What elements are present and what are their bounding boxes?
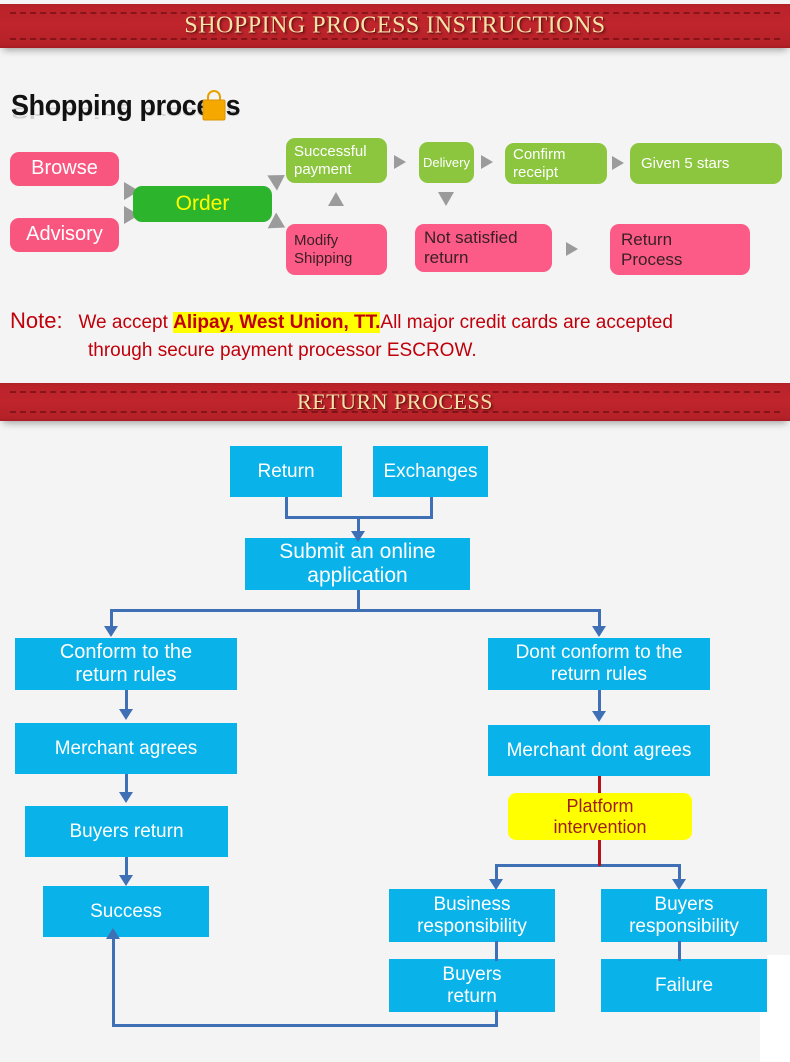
return-node-merchant-dont-agrees[interactable]: Merchant dont agrees xyxy=(488,725,710,776)
return-node-merchant-agrees[interactable]: Merchant agrees xyxy=(15,723,237,774)
flow-node-return-process[interactable]: Return Process xyxy=(610,224,750,275)
return-node-buyers-return-bottom[interactable]: Buyers return xyxy=(389,959,555,1012)
flow-node-browse-label: Browse xyxy=(31,157,98,180)
flow-node-return-process-label: Return Process xyxy=(621,229,683,269)
flow-node-not-satisfied-return-label: Not satisfied return xyxy=(424,228,518,267)
return-node-platform-intervention[interactable]: Platform intervention xyxy=(508,793,692,840)
arrow-split-right xyxy=(592,626,606,637)
return-node-dont-conform-label: Dont conform to the return rules xyxy=(515,642,683,685)
return-node-return-label: Return xyxy=(257,460,315,482)
arrow-not-satisfied-to-return-process xyxy=(566,242,578,256)
return-node-merchant-agrees-label: Merchant agrees xyxy=(54,737,198,759)
flow-node-delivery-label: Delivery xyxy=(423,154,470,170)
arrow-delivery-to-not-satisfied xyxy=(438,192,454,206)
arrow-dont-conform-to-merchant xyxy=(592,711,606,722)
shopping-bag-icon xyxy=(202,90,226,121)
page-root: SHOPPING PROCESS INSTRUCTIONS Shopping p… xyxy=(0,0,790,1062)
flow-node-successful-payment-label: Successful payment xyxy=(294,143,367,178)
flow-node-not-satisfied-return[interactable]: Not satisfied return xyxy=(415,224,552,272)
flow-node-order-label: Order xyxy=(175,191,230,215)
arrow-buyers-return-to-success xyxy=(119,875,133,886)
arrow-platform-split-right xyxy=(672,879,686,890)
arrow-modify-shipping-to-successful-payment xyxy=(328,192,344,206)
arrow-conform-to-merchant xyxy=(119,709,133,720)
return-node-merchant-dont-agrees-label: Merchant dont agrees xyxy=(506,739,692,761)
line-bottom-return-up xyxy=(112,938,115,1026)
return-node-conform[interactable]: Conform to the return rules xyxy=(15,638,237,690)
arrow-platform-split-left xyxy=(489,879,503,890)
arrow-delivery-to-confirm-receipt xyxy=(481,155,493,169)
corner-notch-bottom xyxy=(760,1012,790,1062)
flow-node-given-5-stars[interactable]: Given 5 stars xyxy=(630,143,782,184)
return-node-failure[interactable]: Failure xyxy=(601,959,767,1012)
return-node-submit-application-label: Submit an online application xyxy=(279,539,436,587)
return-node-business-responsibility-label: Business responsibility xyxy=(417,893,527,937)
note-line-2: through secure payment processor ESCROW. xyxy=(88,340,477,361)
arrow-merchant-to-buyers-return xyxy=(119,792,133,803)
note-text-before: We accept xyxy=(78,312,168,333)
arrow-split-left xyxy=(104,626,118,637)
banner-title-return: RETURN PROCESS xyxy=(297,389,493,414)
return-node-conform-label: Conform to the return rules xyxy=(59,641,193,686)
flow-node-browse[interactable]: Browse xyxy=(10,152,119,186)
line-exchanges-down xyxy=(430,497,433,518)
note-label: Note: xyxy=(10,308,63,333)
return-node-buyers-responsibility-label: Buyers responsibility xyxy=(629,893,739,937)
arrow-bottom-return-to-success xyxy=(106,928,120,939)
line-buyers-resp-to-failure xyxy=(678,941,681,961)
return-node-buyers-return-bottom-label: Buyers return xyxy=(442,963,502,1007)
return-node-platform-intervention-label: Platform intervention xyxy=(553,795,647,837)
flow-node-order[interactable]: Order xyxy=(133,186,272,222)
return-node-buyers-return-left-label: Buyers return xyxy=(69,820,184,842)
return-node-success-label: Success xyxy=(90,900,162,922)
flow-node-confirm-receipt-label: Confirm receipt xyxy=(513,146,566,181)
line-return-down xyxy=(285,497,288,518)
flow-node-modify-shipping[interactable]: Modify Shipping xyxy=(286,224,387,275)
return-node-exchanges[interactable]: Exchanges xyxy=(373,446,488,497)
return-node-failure-label: Failure xyxy=(654,974,714,996)
return-node-buyers-responsibility[interactable]: Buyers responsibility xyxy=(601,889,767,942)
arrow-confirm-receipt-to-given-5-stars xyxy=(612,156,624,170)
flow-node-delivery[interactable]: Delivery xyxy=(419,142,474,183)
arrow-successful-payment-to-delivery xyxy=(394,155,406,169)
return-node-exchanges-label: Exchanges xyxy=(383,460,478,482)
flow-node-modify-shipping-label: Modify Shipping xyxy=(294,232,353,267)
banner-title-shopping: SHOPPING PROCESS INSTRUCTIONS xyxy=(184,12,606,39)
note-highlight: Alipay, West Union, TT. xyxy=(173,312,381,333)
flow-node-advisory-label: Advisory xyxy=(26,223,103,246)
banner-return-process: RETURN PROCESS xyxy=(0,383,790,421)
return-node-dont-conform[interactable]: Dont conform to the return rules xyxy=(488,638,710,690)
line-platform-split-horizontal xyxy=(495,864,681,867)
flow-node-confirm-receipt[interactable]: Confirm receipt xyxy=(505,143,607,184)
flow-node-successful-payment[interactable]: Successful payment xyxy=(286,138,387,183)
line-business-to-buyers-return xyxy=(495,941,498,961)
note-text-after: All major credit cards are accepted xyxy=(380,312,673,333)
arrow-join-to-submit xyxy=(351,531,365,542)
return-node-success[interactable]: Success xyxy=(43,886,209,937)
flow-node-given-5-stars-label: Given 5 stars xyxy=(641,154,730,172)
line-split-horizontal xyxy=(110,609,601,612)
banner-shopping-process-instructions: SHOPPING PROCESS INSTRUCTIONS xyxy=(0,4,790,48)
flow-node-advisory[interactable]: Advisory xyxy=(10,218,119,252)
line-bottom-return-horizontal xyxy=(112,1024,498,1027)
return-node-submit-application[interactable]: Submit an online application xyxy=(245,538,470,590)
return-node-buyers-return-left[interactable]: Buyers return xyxy=(25,806,228,857)
note-block: Note: We accept Alipay, West Union, TT.A… xyxy=(10,307,785,365)
return-node-return[interactable]: Return xyxy=(230,446,342,497)
return-node-business-responsibility[interactable]: Business responsibility xyxy=(389,889,555,942)
